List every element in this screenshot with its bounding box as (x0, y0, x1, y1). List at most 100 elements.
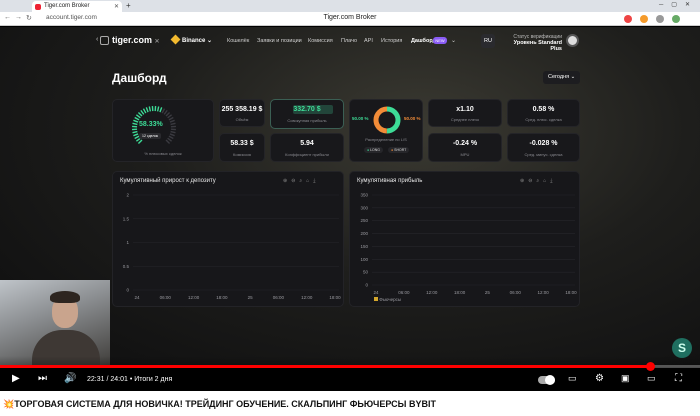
cumulative-profit-chart: 350 300 250 200 150 100 50 0 24 06:00 12:00 18:00 25… (360, 193, 577, 296)
y-tick-label: 0 (365, 283, 368, 288)
x-tick-label: 18:00 (454, 290, 466, 295)
x-tick-label: 18:00 (329, 295, 341, 300)
gauge-tick (145, 107, 149, 113)
profile-icon[interactable] (672, 15, 680, 23)
collapse-chevron-icon[interactable]: ‹ (96, 36, 98, 43)
new-tab-icon[interactable]: + (126, 1, 131, 10)
gauge-tick (137, 139, 143, 145)
autoplay-toggle[interactable] (538, 375, 555, 385)
gauge-tick (165, 139, 171, 145)
avg-leverage-card: x1.10 Среднее плечо (428, 99, 502, 127)
subtitles-icon[interactable]: ▭ (568, 373, 577, 384)
volume-value: 255 358.19 $ (221, 106, 263, 113)
window-controls[interactable]: ─▢✕ (659, 1, 698, 8)
x-tick-label: 12:00 (301, 295, 313, 300)
x-tick-label: 24 (373, 290, 379, 295)
volume-label: Объём (235, 117, 249, 122)
more-chevron-icon[interactable]: ⌄ (451, 37, 456, 44)
gauge-tick (161, 108, 166, 114)
channel-watermark-icon[interactable]: S (672, 338, 692, 358)
mpu-label: MPU (460, 152, 470, 157)
ls-donut (373, 106, 401, 134)
fullscreen-icon[interactable]: ⛶ (675, 373, 682, 384)
progress-bar[interactable] (0, 365, 700, 368)
period-label: Сегодня (548, 74, 570, 80)
video-title: 💥ТОРГОВАЯ СИСТЕМА ДЛЯ НОВИЧКА! ТРЕЙДИНГ … (0, 391, 700, 416)
deposit-growth-chart-panel: Кумулятивный прирост к депозиту ⊕⊖⌕⌂⤓ 21… (112, 171, 344, 307)
theater-icon[interactable]: ▭ (647, 373, 656, 384)
nav-commission[interactable]: Комиссия (308, 38, 333, 44)
puzzle-icon[interactable] (656, 15, 664, 23)
period-select[interactable]: Сегодня ⌄ (543, 71, 580, 84)
mpu-value: -0.24 % (452, 140, 478, 147)
time-value: 22:31 / 24:01 (87, 376, 128, 383)
avg-minus-value: -0.028 % (529, 140, 558, 147)
page-title: Дашборд (112, 71, 167, 85)
gauge-tick (169, 133, 175, 137)
x-tick-label: 06:00 (273, 295, 285, 300)
avg-minus-card: -0.028 % Сред. минус. сделка (507, 133, 580, 162)
brand-close-icon[interactable]: ✕ (155, 39, 160, 45)
time-display: 22:31 / 24:01 • Итоги 2 дня (87, 376, 172, 383)
gauge-tick (170, 122, 176, 126)
gauge-tick (167, 114, 173, 119)
browser-tab[interactable]: Tiger.com Broker ✕ (32, 1, 122, 12)
y-tick-label: 50 (363, 270, 369, 275)
gauge-tick (134, 116, 140, 121)
miniplayer-icon[interactable]: ▣ (621, 373, 630, 384)
next-icon[interactable]: ⏭ (38, 373, 47, 384)
progress-scrubber[interactable] (645, 362, 655, 371)
gauge-tick (135, 114, 141, 119)
long-pct: 50.00 % (352, 116, 369, 121)
cumulative-profit-chart-panel: Кумулятивная прибыль ⊕⊖⌕⌂⤓ 350 300 250 200 1… (349, 171, 580, 307)
nav-orders[interactable]: Заявки и позиции (257, 38, 302, 44)
gauge-tick (132, 130, 138, 134)
y-tick-label: 100 (360, 257, 368, 262)
nav-wallet[interactable]: Кошелёк (227, 38, 249, 44)
y-tick-label: 2 (126, 193, 129, 198)
gauge-tick (169, 119, 175, 123)
nav-leverage[interactable]: Плачо (341, 38, 357, 44)
gauge-tick (142, 108, 147, 114)
new-badge: NEW (433, 37, 447, 44)
exchange-selector[interactable]: Binance ⌄ (170, 34, 212, 45)
language-button[interactable]: RU (481, 34, 495, 48)
winrate-label: % плюсовых сделок (144, 151, 182, 156)
gauge-tick (140, 109, 145, 115)
avg-minus-label: Сред. минус. сделка (524, 152, 563, 157)
ls-card: 50.00 % 50.00 % Распределение по L/S ● L… (349, 99, 423, 162)
progress-played (0, 365, 650, 368)
net-profit-card: 332.70 $ Совокупная прибыль (270, 99, 344, 129)
avg-leverage-label: Среднее плечо (450, 117, 480, 122)
y-tick-label: 1.5 (123, 216, 130, 221)
chapter-title[interactable]: • Итоги 2 дня (130, 376, 172, 383)
x-tick-label: 18:00 (216, 295, 228, 300)
legend-label: Фьючерсы (379, 297, 402, 302)
nav-history[interactable]: История (381, 38, 402, 44)
settings-icon[interactable]: ⚙ (595, 373, 604, 384)
y-tick-label: 300 (360, 205, 368, 210)
gauge-tick (168, 135, 174, 140)
brand-name[interactable]: tiger.com ✕ (112, 35, 160, 45)
metamask-icon[interactable] (640, 15, 648, 23)
avg-plus-card: 0.58 % Сред. плюс. сделка (507, 99, 580, 127)
profit-factor-card: 5.94 Коэффициент прибыли (270, 133, 344, 162)
short-pct: 50.00 % (404, 116, 421, 121)
legend-swatch (374, 297, 378, 301)
x-tick-label: 24 (134, 295, 140, 300)
legend: Фьючерсы (374, 297, 401, 302)
profit-factor-value: 5.94 (300, 140, 314, 147)
play-icon[interactable]: ▶ (12, 373, 20, 384)
nav-api[interactable]: API (364, 38, 373, 44)
gauge-tick (133, 119, 139, 123)
volume-card: 255 358.19 $ Объём (219, 99, 265, 127)
extension-icon[interactable] (624, 15, 632, 23)
deposit-growth-chart: 2 1.5 1 0.5 0 24 06:00 12:00 18:00 25 06:00 12:00 18… (123, 193, 341, 301)
gauge-tick (156, 106, 160, 112)
avatar[interactable] (566, 34, 579, 47)
close-tab-icon[interactable]: ✕ (114, 3, 119, 10)
volume-icon[interactable]: 🔊 (64, 373, 76, 384)
webcam-person-hair (50, 291, 80, 303)
gauge-tick (170, 130, 176, 134)
commission-label: Комиссия (233, 152, 251, 157)
